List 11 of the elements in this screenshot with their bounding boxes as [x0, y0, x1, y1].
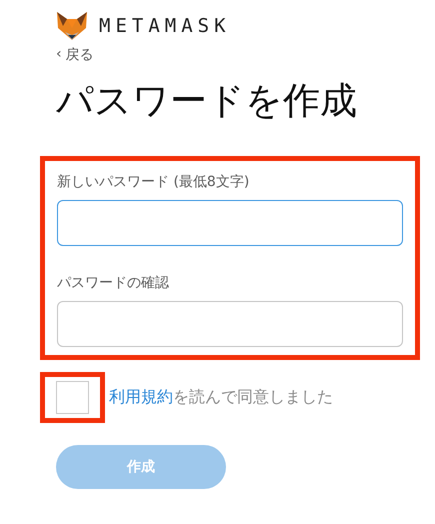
password-field[interactable]	[57, 301, 403, 347]
brand-name: METAMASK	[99, 15, 231, 37]
field-label: 新しいパスワード (最低8文字)	[57, 173, 250, 191]
terms-text: 利用規約を読んで同意しました	[109, 387, 333, 408]
fox-logo-icon	[55, 10, 89, 42]
terms-link[interactable]: 利用規約	[109, 387, 173, 406]
page-title: パスワードを作成	[56, 78, 358, 124]
back-link[interactable]: ‹ 戻る	[56, 46, 94, 64]
password-field[interactable]	[57, 200, 403, 246]
terms-checkbox[interactable]	[56, 381, 89, 414]
field-label: パスワードの確認	[57, 274, 170, 292]
